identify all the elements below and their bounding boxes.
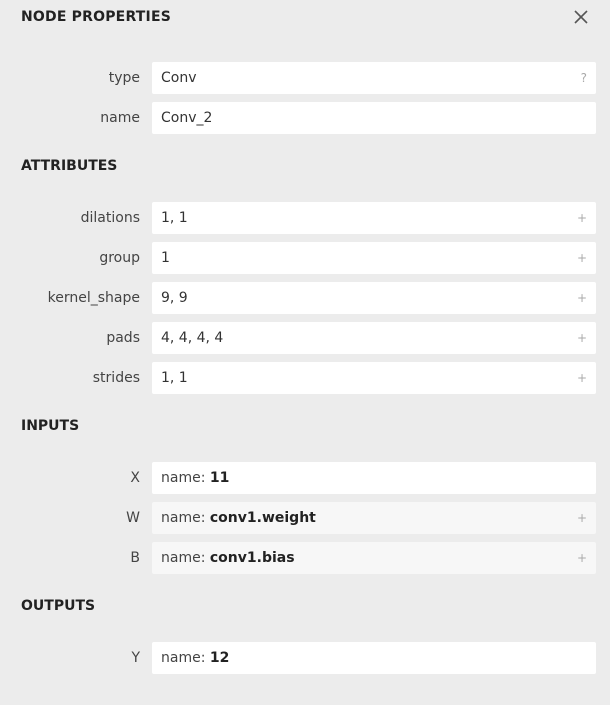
attribute-field[interactable]: 4, 4, 4, 4 + <box>152 322 596 354</box>
attribute-label: strides <box>92 370 140 386</box>
attribute-label: kernel_shape <box>47 290 140 306</box>
input-value: conv1.bias <box>209 550 295 566</box>
help-button[interactable]: ? <box>581 62 587 94</box>
expand-button[interactable]: + <box>577 542 587 574</box>
input-field[interactable]: name: 11 <box>152 462 596 494</box>
attribute-row-pads: pads 4, 4, 4, 4 + <box>0 322 610 354</box>
property-label: name <box>100 110 140 126</box>
attribute-value: 1, 1 <box>161 370 188 386</box>
expand-button[interactable]: + <box>577 242 587 274</box>
input-key: name: <box>161 470 206 486</box>
attribute-field[interactable]: 1 + <box>152 242 596 274</box>
expand-button[interactable]: + <box>577 282 587 314</box>
attribute-label: dilations <box>80 210 140 226</box>
input-field[interactable]: name: conv1.bias + <box>152 542 596 574</box>
attribute-label: group <box>99 250 140 266</box>
property-label: type <box>108 70 140 86</box>
input-label: X <box>130 470 140 486</box>
type-value: Conv <box>161 70 197 86</box>
input-value: conv1.weight <box>209 510 316 526</box>
type-field[interactable]: Conv ? <box>152 62 596 94</box>
input-key: name: <box>161 510 206 526</box>
input-field[interactable]: name: conv1.weight + <box>152 502 596 534</box>
node-properties-panel: NODE PROPERTIES type Conv ? name Conv_2 … <box>0 0 610 705</box>
name-field[interactable]: Conv_2 <box>152 102 596 134</box>
input-row-b: B name: conv1.bias + <box>0 542 610 574</box>
section-title-outputs: OUTPUTS <box>21 598 96 614</box>
attribute-value: 1, 1 <box>161 210 188 226</box>
property-row-name: name Conv_2 <box>0 102 610 134</box>
attribute-row-strides: strides 1, 1 + <box>0 362 610 394</box>
panel-title: NODE PROPERTIES <box>21 9 171 25</box>
attribute-field[interactable]: 1, 1 + <box>152 202 596 234</box>
attribute-value: 4, 4, 4, 4 <box>161 330 224 346</box>
output-key: name: <box>161 650 206 666</box>
property-row-type: type Conv ? <box>0 62 610 94</box>
expand-button[interactable]: + <box>577 322 587 354</box>
expand-button[interactable]: + <box>577 502 587 534</box>
attribute-value: 9, 9 <box>161 290 188 306</box>
attribute-value: 1 <box>161 250 170 266</box>
output-field[interactable]: name: 12 <box>152 642 596 674</box>
section-title-inputs: INPUTS <box>21 418 80 434</box>
section-title-attributes: ATTRIBUTES <box>21 158 118 174</box>
expand-button[interactable]: + <box>577 202 587 234</box>
input-row-w: W name: conv1.weight + <box>0 502 610 534</box>
expand-button[interactable]: + <box>577 362 587 394</box>
input-row-x: X name: 11 <box>0 462 610 494</box>
input-key: name: <box>161 550 206 566</box>
input-value: 11 <box>209 470 230 486</box>
name-value: Conv_2 <box>161 110 213 126</box>
output-value: 12 <box>209 650 230 666</box>
input-label: W <box>126 510 140 526</box>
attribute-field[interactable]: 1, 1 + <box>152 362 596 394</box>
output-label: Y <box>131 650 140 666</box>
input-label: B <box>130 550 140 566</box>
output-row-y: Y name: 12 <box>0 642 610 674</box>
attribute-row-kernel-shape: kernel_shape 9, 9 + <box>0 282 610 314</box>
close-icon[interactable] <box>571 7 591 27</box>
attribute-row-dilations: dilations 1, 1 + <box>0 202 610 234</box>
attribute-field[interactable]: 9, 9 + <box>152 282 596 314</box>
attribute-row-group: group 1 + <box>0 242 610 274</box>
attribute-label: pads <box>106 330 140 346</box>
